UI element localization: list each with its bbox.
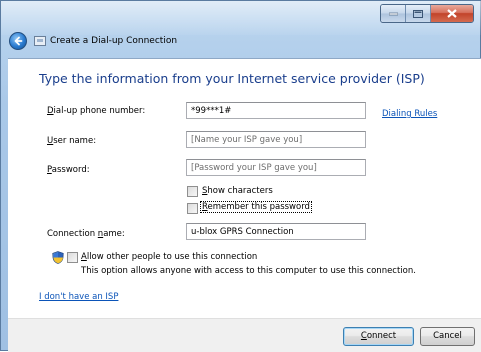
connection-name-field[interactable] [186, 223, 366, 240]
close-button[interactable] [431, 5, 473, 22]
minimize-icon [388, 12, 398, 15]
minimize-button[interactable] [381, 5, 406, 22]
allow-others-checkbox[interactable] [67, 252, 78, 263]
username-label: User name: [47, 136, 96, 146]
page-heading: Type the information from your Internet … [39, 71, 425, 86]
connection-name-label-text: ame: [103, 229, 125, 239]
connect-text: onnect [366, 331, 397, 341]
caption-buttons [380, 4, 474, 23]
remember-password-label[interactable]: Remember this password [200, 201, 312, 213]
username-field[interactable] [186, 131, 366, 148]
show-characters-checkbox[interactable] [187, 186, 198, 197]
password-label: Password: [47, 165, 90, 175]
dialup-connection-icon [34, 36, 46, 46]
remember-password-text: emember this password [207, 202, 310, 212]
connection-name-label-pre: Connection [47, 229, 98, 239]
back-arrow-icon [14, 36, 23, 46]
cancel-button[interactable]: Cancel [420, 327, 475, 346]
remember-password-checkbox[interactable] [187, 203, 198, 214]
password-label-text: assword: [51, 165, 90, 175]
close-icon [447, 9, 457, 18]
allow-others-label[interactable]: Allow other people to use this connectio… [81, 252, 257, 262]
phone-label-text: ial-up phone number: [53, 106, 146, 116]
password-field[interactable] [186, 159, 366, 176]
show-characters-text: how characters [207, 186, 273, 196]
dialing-rules-link[interactable]: Dialing Rules [382, 109, 437, 119]
maximize-button[interactable] [406, 5, 431, 22]
uac-shield-icon [52, 251, 64, 264]
no-isp-link[interactable]: I don't have an ISP [39, 292, 118, 302]
allow-others-text: llow other people to use this connection [86, 252, 258, 262]
window-title: Create a Dial-up Connection [50, 36, 178, 46]
allow-others-description: This option allows anyone with access to… [81, 266, 416, 276]
back-button[interactable] [9, 32, 27, 50]
connect-button[interactable]: Connect [343, 327, 414, 346]
username-label-text: ser name: [53, 136, 97, 146]
maximize-icon [413, 9, 423, 18]
connection-name-label: Connection name: [47, 229, 125, 239]
show-characters-label[interactable]: Show characters [202, 186, 273, 196]
phone-number-field[interactable] [186, 102, 366, 119]
phone-label: Dial-up phone number: [47, 106, 145, 116]
